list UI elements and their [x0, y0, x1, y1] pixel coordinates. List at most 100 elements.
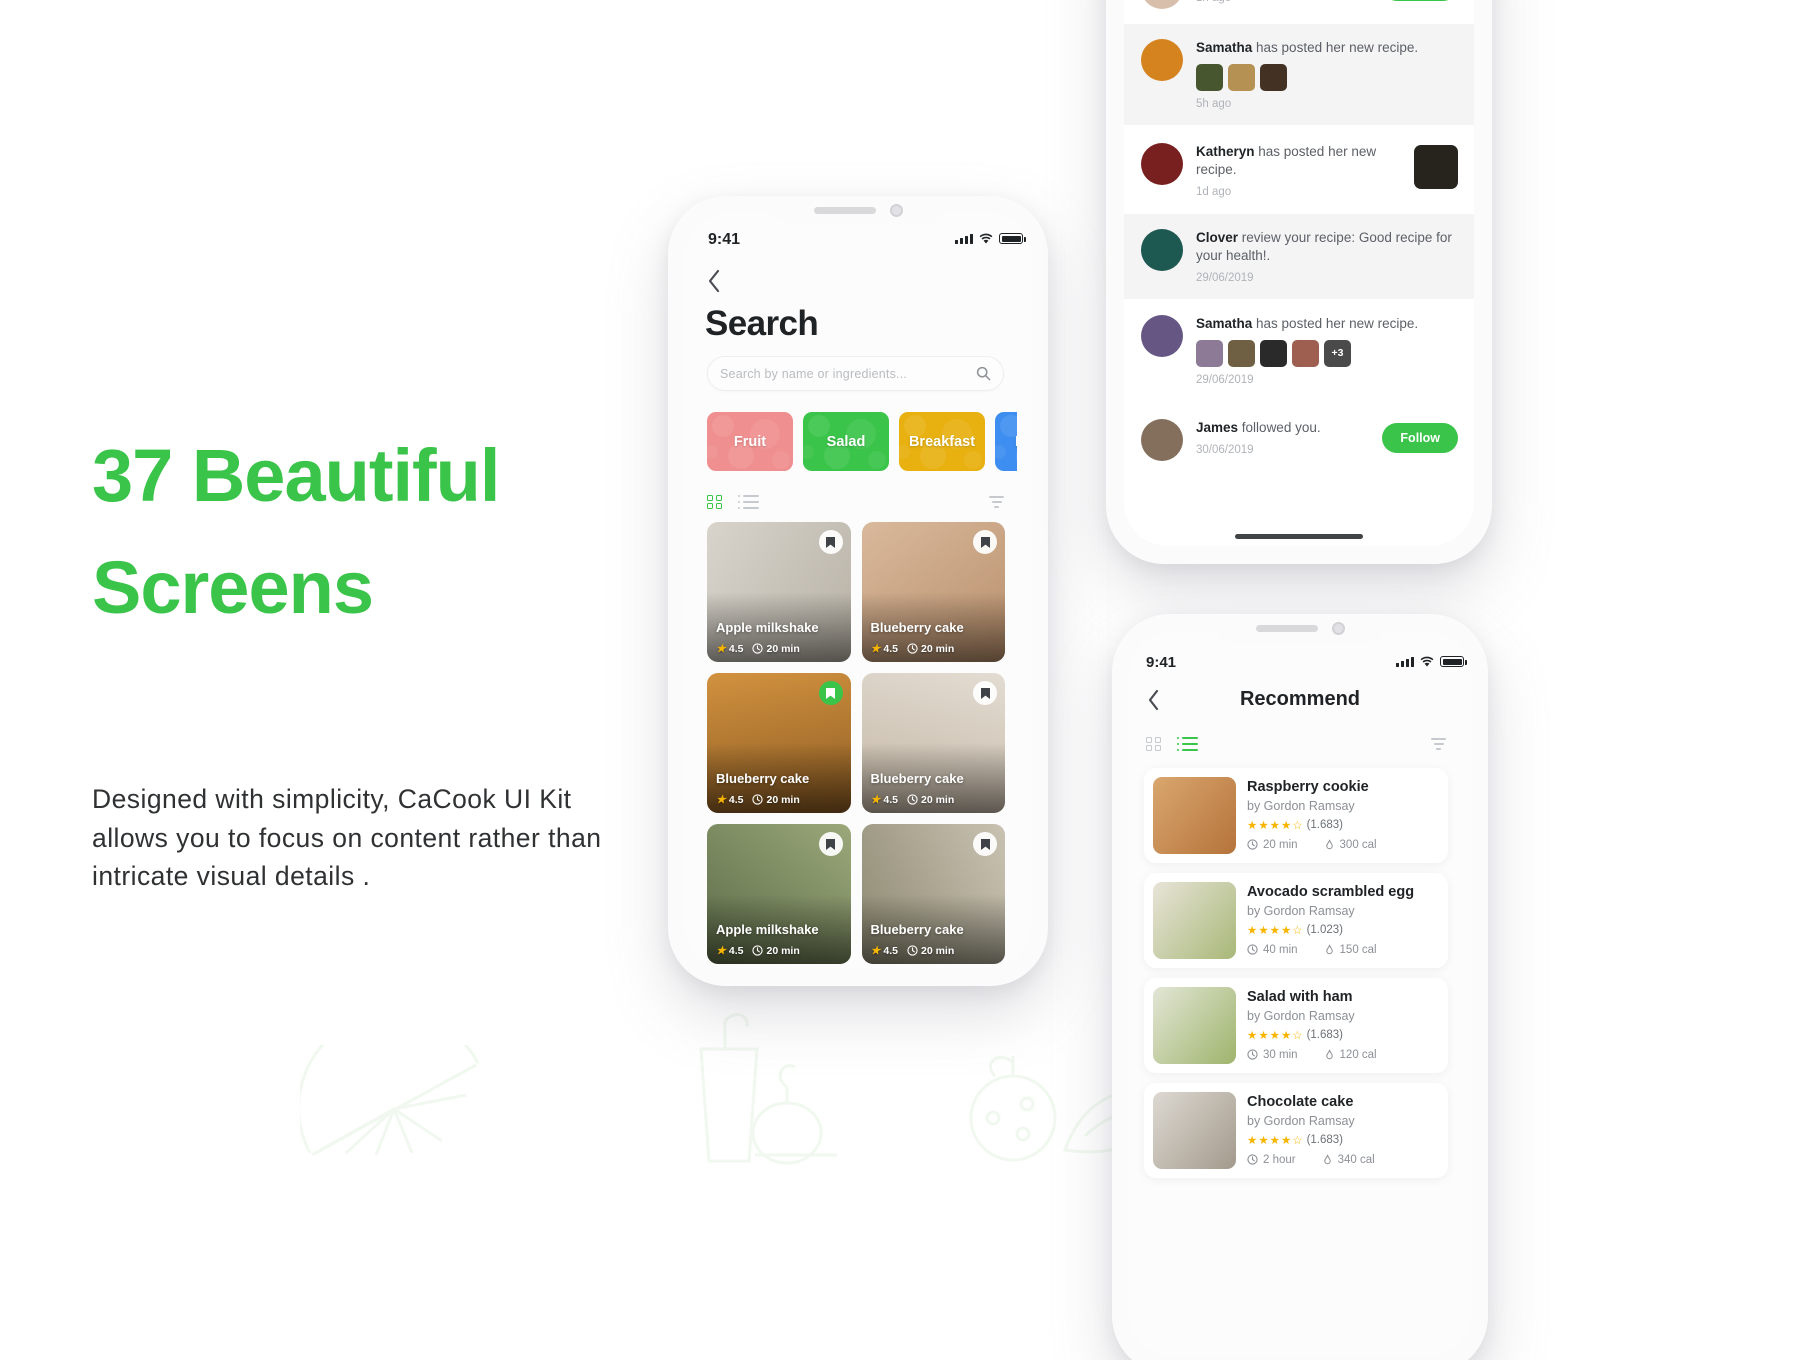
page-title: Search [705, 304, 819, 343]
recipe-time: 20 min [907, 794, 954, 806]
avatar [1141, 143, 1183, 185]
recipe-time: 20 min [907, 643, 954, 655]
star-icon: ★ [1280, 1029, 1292, 1042]
earpiece-speaker [813, 206, 876, 214]
recipe-author: by Gordon Ramsay [1247, 1113, 1355, 1128]
recipe-card[interactable]: Apple milkshake ★ 4.5 20 min [707, 522, 851, 662]
grid-view-icon[interactable] [707, 494, 722, 510]
recipe-card[interactable]: Blueberry cake ★ 4.5 20 min [707, 673, 851, 813]
notifications-screen: recipe for your health!. 38m ago James f… [1124, 0, 1474, 546]
category-chip-list[interactable]: Fruit Salad Breakfast Dinner [707, 412, 1017, 471]
battery-icon [999, 233, 1026, 244]
recipe-meta: 40 min 150 cal [1247, 944, 1439, 956]
filter-icon[interactable] [1431, 738, 1446, 750]
follow-button[interactable]: Follow [1382, 0, 1458, 1]
star-icon: ★ [1280, 924, 1292, 937]
category-chip-label: Salad [826, 433, 866, 450]
home-indicator [1235, 534, 1363, 539]
recipe-name: Blueberry cake [870, 771, 964, 787]
recipe-list-item[interactable]: Chocolate cake by Gordon Ramsay ★ ★ ★ ★ ☆ (1.… [1144, 1083, 1448, 1178]
recipe-thumbnail[interactable] [1228, 63, 1255, 91]
bookmark-icon[interactable] [973, 832, 997, 856]
list-view-icon[interactable] [737, 494, 759, 510]
star-icon: ☆ [1292, 1134, 1303, 1147]
star-icon: ★ [1258, 924, 1269, 937]
recipe-thumbnail[interactable] [1228, 339, 1255, 367]
star-icon: ☆ [1292, 819, 1303, 832]
recipe-rating: ★ ★ ★ ★ ☆ (1.683) [1247, 1028, 1439, 1042]
star-icon: ★ [1269, 819, 1280, 832]
recipe-rating: ★ 4.5 [716, 793, 744, 807]
bookmark-icon[interactable] [818, 681, 843, 705]
recipe-list-item[interactable]: Avocado scrambled egg by Gordon Ramsay ★… [1144, 873, 1448, 968]
notification-item[interactable]: Samatha has posted her new recipe. 5h ag… [1124, 24, 1474, 125]
notification-time: 1h ago [1196, 0, 1369, 4]
recipe-thumbnail[interactable] [1292, 339, 1319, 367]
category-chip-fruit[interactable]: Fruit [707, 412, 793, 471]
status-bar-time: 9:41 [708, 231, 741, 248]
recipe-thumbnail[interactable] [1260, 339, 1287, 367]
notification-time: 29/06/2019 [1196, 271, 1254, 284]
avatar [1141, 0, 1183, 9]
recipe-thumbnail[interactable] [1260, 63, 1287, 91]
promo-body-text: Designed with simplicity, CaCook UI Kit … [92, 784, 602, 892]
phone-notch [770, 196, 946, 224]
follow-button[interactable]: Follow [1382, 423, 1458, 453]
notification-message: Clover review your recipe: Good recipe f… [1196, 230, 1452, 263]
recipe-thumbnail[interactable] [1196, 63, 1223, 91]
promo-headline: 37 Beautiful Screens [92, 420, 692, 645]
recipe-card[interactable]: Apple milkshake ★ 4.5 20 min [707, 824, 851, 964]
bookmark-icon[interactable] [973, 681, 997, 705]
notification-item[interactable]: Katheryn has posted her new recipe. 1d a… [1124, 128, 1474, 213]
notification-item[interactable]: Clover review your recipe: Good recipe f… [1124, 214, 1474, 299]
star-icon: ★ [1280, 819, 1292, 832]
more-thumbnails-badge[interactable]: +3 [1324, 339, 1351, 367]
star-icon: ☆ [1292, 924, 1303, 937]
wifi-icon [1420, 656, 1434, 667]
recipe-author: by Gordon Ramsay [1247, 798, 1355, 813]
recipe-card[interactable]: Blueberry cake ★ 4.5 20 min [861, 673, 1005, 813]
headline-line-2: Screens [92, 546, 374, 630]
search-placeholder: Search by name or ingredients... [720, 366, 908, 381]
star-icon: ☆ [1292, 1029, 1303, 1042]
avatar [1141, 315, 1183, 357]
recipe-card[interactable]: Blueberry cake ★ 4.5 20 min [861, 522, 1005, 662]
recipe-calories: 340 cal [1322, 1154, 1375, 1166]
star-icon: ★ [1247, 1134, 1258, 1147]
avatar [1141, 39, 1183, 81]
category-chip-salad[interactable]: Salad [803, 412, 889, 471]
notification-item[interactable]: Samatha has posted her new recipe. +3 29… [1124, 300, 1474, 401]
recipe-time: 2 hour [1247, 1154, 1296, 1166]
grid-view-icon[interactable] [1146, 736, 1161, 752]
bookmark-icon[interactable] [818, 530, 843, 554]
phone-notch [1212, 614, 1388, 642]
recipe-card[interactable]: Blueberry cake ★ 4.5 20 min [861, 824, 1005, 964]
category-chip-dinner[interactable]: Dinner [995, 412, 1017, 471]
star-icon: ★ [1258, 1134, 1269, 1147]
category-chip-breakfast[interactable]: Breakfast [899, 412, 985, 471]
list-view-icon[interactable] [1176, 736, 1198, 752]
star-icon: ★ [716, 643, 726, 655]
avatar [1141, 419, 1183, 461]
bookmark-icon[interactable] [973, 530, 997, 554]
notification-item[interactable]: James followed you. 1h agoFollow [1124, 0, 1474, 24]
juice-glass-illustration [699, 1012, 837, 1165]
recipe-thumbnail[interactable] [1196, 339, 1223, 367]
recipe-list-item[interactable]: Salad with ham by Gordon Ramsay ★ ★ ★ ★ ☆ (1.… [1144, 978, 1448, 1073]
notification-message: James followed you. [1196, 420, 1321, 435]
search-input[interactable]: Search by name or ingredients... [707, 356, 1004, 391]
notification-item[interactable]: James followed you. 30/06/2019 Follow [1124, 404, 1474, 476]
recipe-thumbnail[interactable] [1414, 145, 1458, 189]
notification-thumbnails [1196, 63, 1458, 91]
bookmark-icon[interactable] [818, 832, 843, 856]
back-button[interactable] [706, 268, 722, 294]
recipe-photo [1153, 777, 1236, 854]
recipe-name: Blueberry cake [716, 771, 810, 787]
category-chip-label: Dinner [1015, 434, 1017, 450]
recipe-list-item[interactable]: Raspberry cookie by Gordon Ramsay ★ ★ ★ ★ ☆(… [1144, 768, 1448, 863]
page-title: Recommend [1239, 688, 1361, 710]
recipe-meta: 2 hour 340 cal [1247, 1154, 1439, 1166]
recipe-author: by Gordon Ramsay [1247, 903, 1355, 918]
star-icon: ★ [1269, 1029, 1280, 1042]
filter-icon[interactable] [989, 496, 1004, 508]
